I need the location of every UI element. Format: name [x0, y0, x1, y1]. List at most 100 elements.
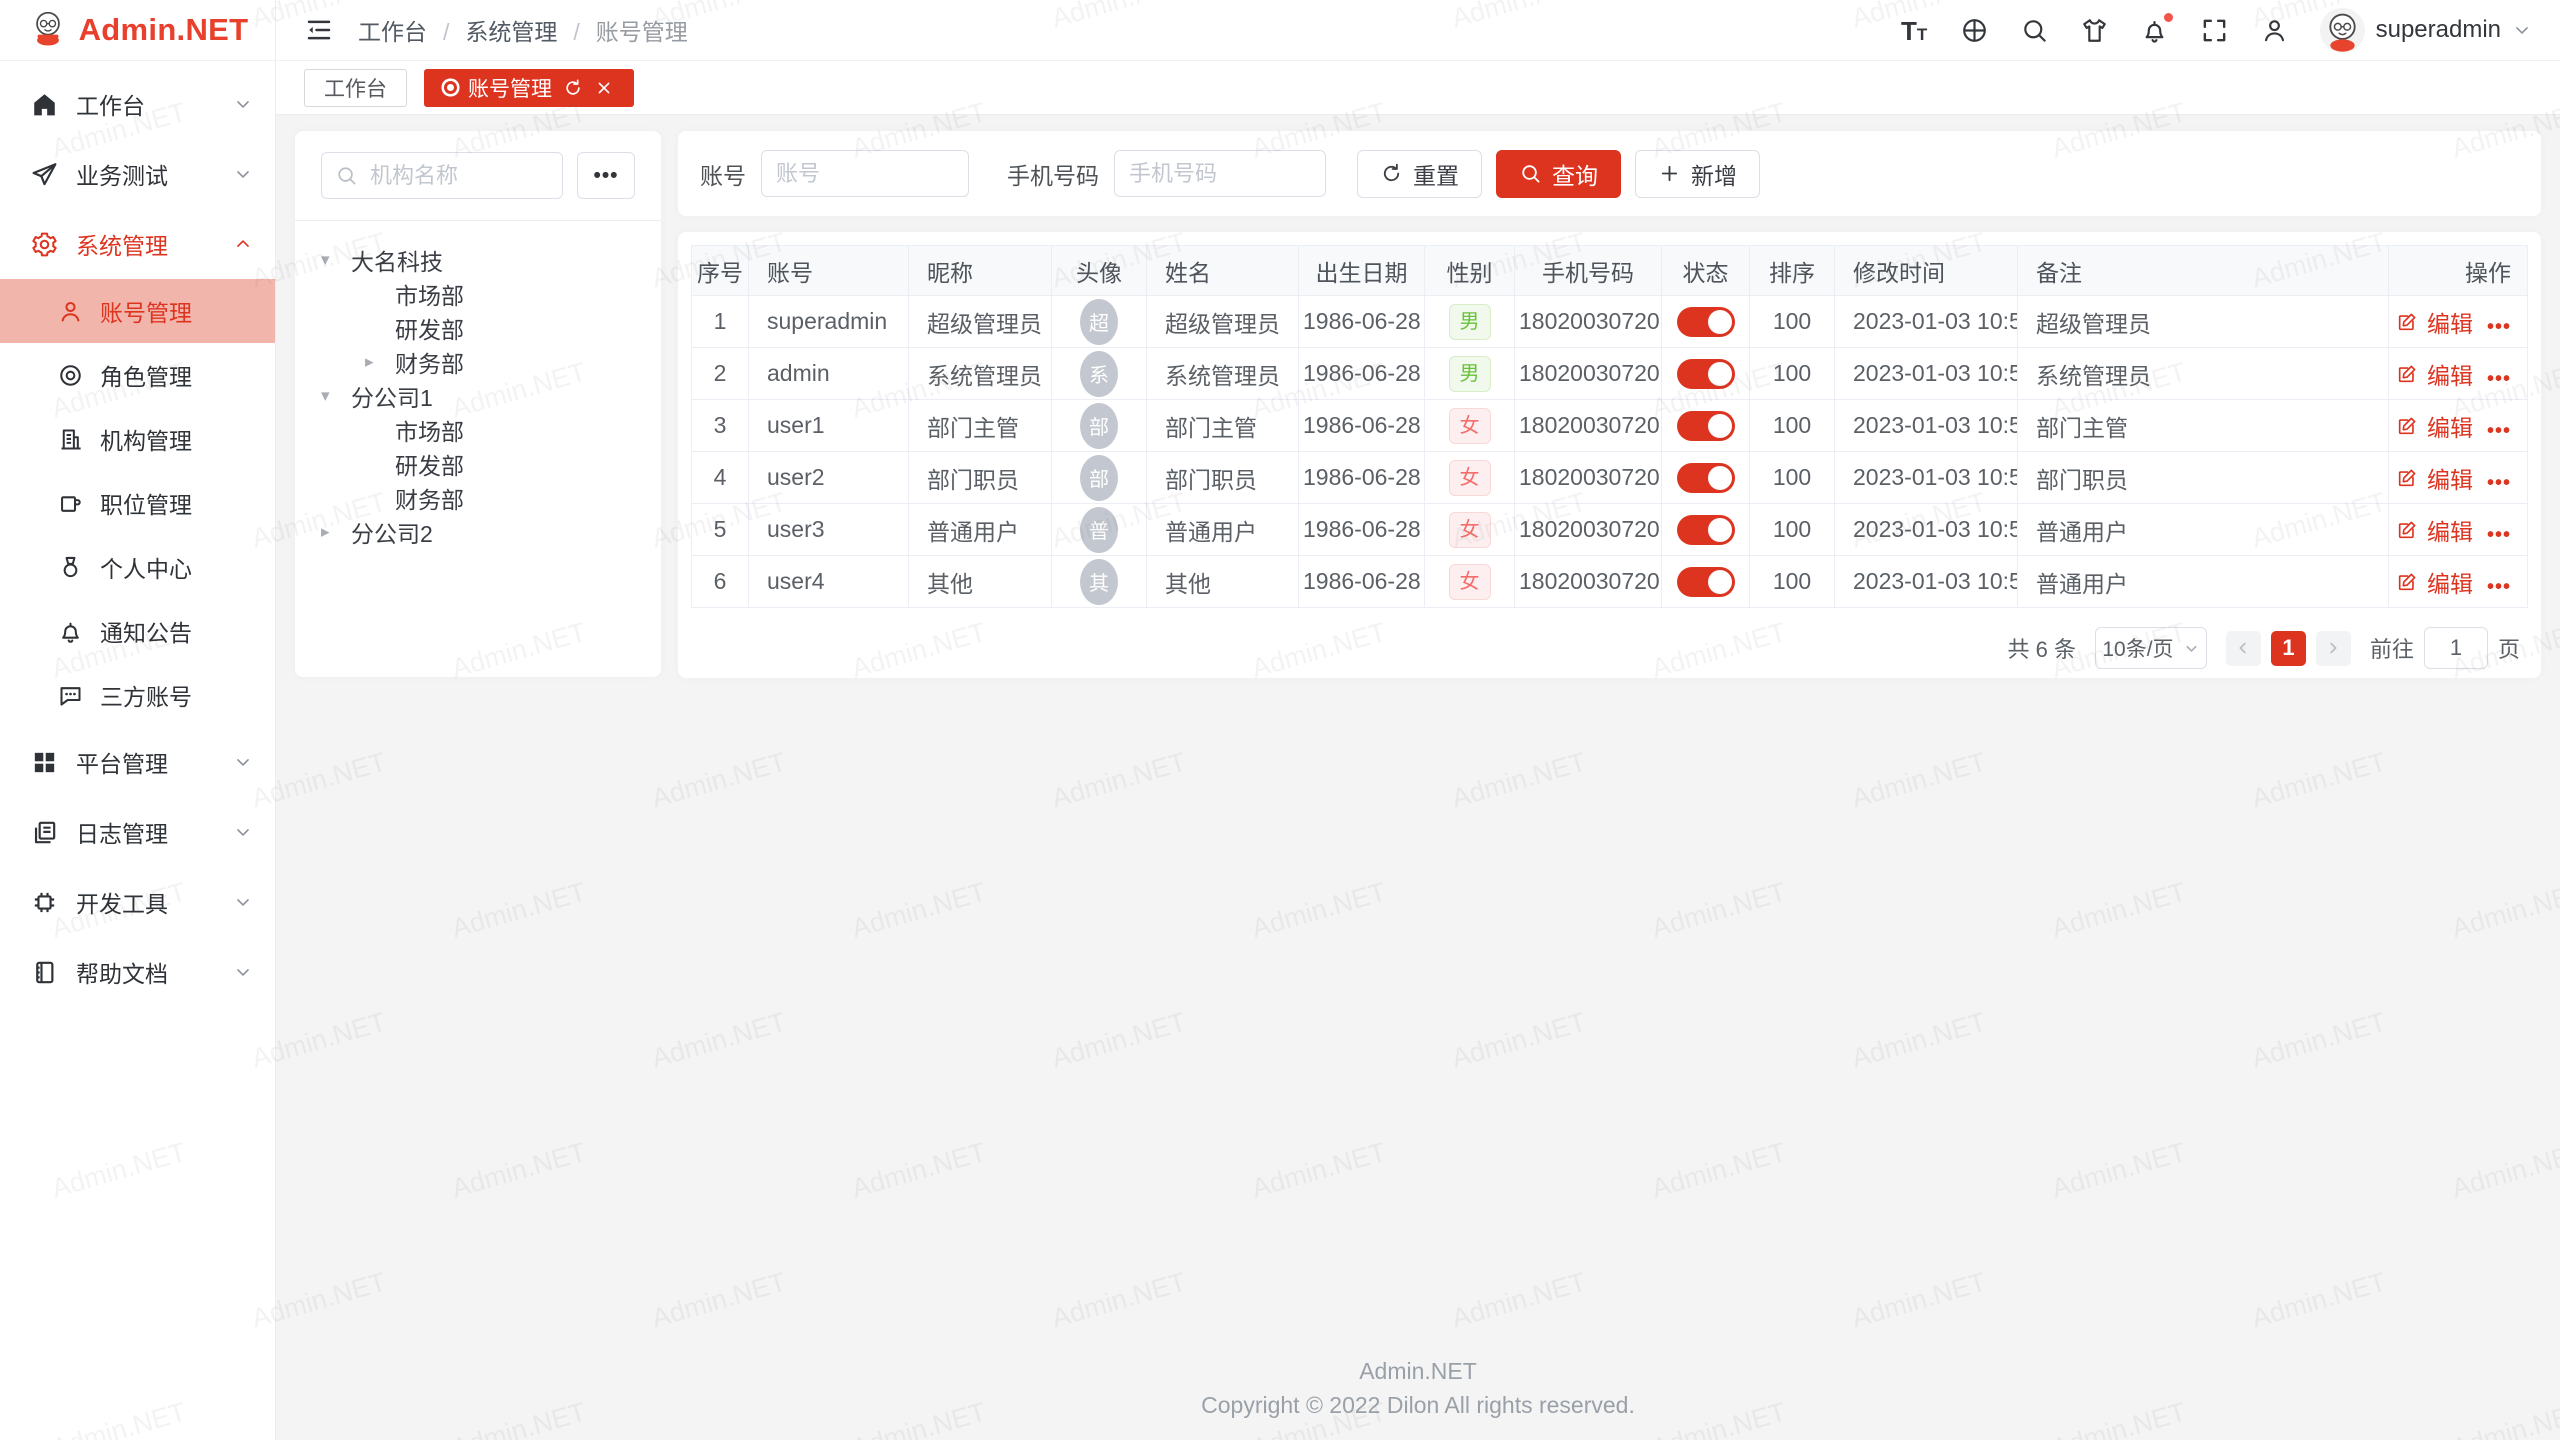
sidebar-item-label: 平台管理	[76, 745, 233, 779]
tree-node[interactable]: 大名科技	[321, 243, 635, 277]
app-logo[interactable]: Admin.NET	[0, 0, 275, 61]
col-index: 序号	[692, 246, 749, 296]
current-page[interactable]: 1	[2271, 631, 2306, 666]
status-toggle[interactable]	[1677, 359, 1735, 389]
status-toggle[interactable]	[1677, 411, 1735, 441]
pagination-total: 共 6 条	[2008, 632, 2076, 664]
sidebar-item-system-management[interactable]: 系统管理	[0, 209, 275, 279]
tree-node[interactable]: 研发部	[321, 447, 635, 481]
sidebar-item-log-management[interactable]: 日志管理	[0, 797, 275, 867]
theme-shirt-icon[interactable]	[2080, 16, 2109, 45]
sidebar-item-org-management[interactable]: 机构管理	[0, 407, 275, 471]
edit-button[interactable]: 编辑	[2396, 409, 2473, 443]
sidebar-item-workbench[interactable]: 工作台	[0, 69, 275, 139]
sidebar-item-personal-center[interactable]: 个人中心	[0, 535, 275, 599]
more-actions-button[interactable]: •••	[2487, 316, 2511, 338]
fullscreen-icon[interactable]	[2200, 16, 2229, 45]
medal-icon	[57, 554, 84, 581]
tab-workbench[interactable]: 工作台	[304, 69, 407, 107]
page-size-select[interactable]: 10条/页	[2095, 627, 2207, 669]
caret-down-icon[interactable]	[321, 386, 351, 406]
sidebar-item-label: 职位管理	[100, 486, 192, 520]
tree-node[interactable]: 研发部	[321, 311, 635, 345]
chevron-right-icon	[2324, 639, 2342, 657]
prev-page-button[interactable]	[2226, 631, 2261, 666]
table-row: 6 user4 其他 其 其他 1986-06-28 女 18020030720…	[692, 556, 2528, 608]
breadcrumb-item[interactable]: 系统管理	[465, 13, 595, 47]
caret-right-icon[interactable]	[365, 352, 395, 372]
org-search-field[interactable]	[321, 152, 563, 199]
username: superadmin	[2376, 16, 2501, 44]
more-actions-button[interactable]: •••	[2487, 368, 2511, 390]
status-toggle[interactable]	[1677, 463, 1735, 493]
font-size-icon[interactable]	[1900, 16, 1929, 45]
edit-button[interactable]: 编辑	[2396, 513, 2473, 547]
tree-node[interactable]: 市场部	[321, 413, 635, 447]
caret-right-icon[interactable]	[321, 522, 351, 542]
tab-account-management[interactable]: 账号管理	[424, 69, 634, 107]
breadcrumb-item[interactable]: 工作台	[358, 13, 465, 47]
profile-icon[interactable]	[2260, 16, 2289, 45]
add-button[interactable]: 新增	[1635, 150, 1760, 198]
status-toggle[interactable]	[1677, 567, 1735, 597]
caret-down-icon[interactable]	[321, 250, 351, 270]
next-page-button[interactable]	[2316, 631, 2351, 666]
sidebar-item-help-docs[interactable]: 帮助文档	[0, 937, 275, 1007]
edit-button[interactable]: 编辑	[2396, 357, 2473, 391]
col-status: 状态	[1662, 246, 1750, 296]
edit-button[interactable]: 编辑	[2396, 565, 2473, 599]
more-actions-button[interactable]: •••	[2487, 524, 2511, 546]
sidebar-item-account-management[interactable]: 账号管理	[0, 279, 275, 343]
documents-icon	[30, 818, 59, 847]
gender-badge: 女	[1449, 460, 1491, 496]
tree-node[interactable]: 财务部	[321, 345, 635, 379]
plus-icon	[1658, 162, 1681, 185]
reset-label: 重置	[1413, 157, 1459, 191]
tree-node[interactable]: 市场部	[321, 277, 635, 311]
more-actions-button[interactable]: •••	[2487, 420, 2511, 442]
col-avatar: 头像	[1052, 246, 1147, 296]
sidebar-item-platform-management[interactable]: 平台管理	[0, 727, 275, 797]
building-icon	[57, 426, 84, 453]
phone-input[interactable]	[1114, 150, 1326, 197]
col-name: 姓名	[1147, 246, 1299, 296]
close-icon[interactable]	[594, 78, 614, 98]
chevron-down-icon	[233, 892, 253, 912]
sidebar-item-label: 三方账号	[100, 678, 192, 712]
more-actions-button[interactable]: •••	[2487, 472, 2511, 494]
edit-button[interactable]: 编辑	[2396, 461, 2473, 495]
account-input[interactable]	[761, 150, 969, 197]
search-icon[interactable]	[2020, 16, 2049, 45]
sidebar-item-business-test[interactable]: 业务测试	[0, 139, 275, 209]
topbar-actions: superadmin	[1900, 8, 2532, 53]
tree-node[interactable]: 财务部	[321, 481, 635, 515]
sidebar-item-label: 系统管理	[76, 227, 233, 261]
tree-node[interactable]: 分公司1	[321, 379, 635, 413]
reset-button[interactable]: 重置	[1357, 150, 1482, 198]
home-icon	[30, 90, 59, 119]
tree-node[interactable]: 分公司2	[321, 515, 635, 549]
more-actions-button[interactable]: •••	[2487, 576, 2511, 598]
sidebar-item-notice[interactable]: 通知公告	[0, 599, 275, 663]
sidebar-item-position-management[interactable]: 职位管理	[0, 471, 275, 535]
sidebar-item-role-management[interactable]: 角色管理	[0, 343, 275, 407]
language-icon[interactable]	[1960, 16, 1989, 45]
user-menu[interactable]: superadmin	[2320, 8, 2532, 53]
tree-more-button[interactable]: •••	[577, 152, 635, 199]
refresh-icon[interactable]	[563, 78, 583, 98]
sidebar-item-label: 个人中心	[100, 550, 192, 584]
search-button[interactable]: 查询	[1496, 150, 1621, 198]
chevron-down-icon	[233, 752, 253, 772]
goto-page-input[interactable]	[2424, 627, 2488, 669]
sidebar-item-dev-tools[interactable]: 开发工具	[0, 867, 275, 937]
org-search-input[interactable]	[368, 162, 549, 190]
table-row: 2 admin 系统管理员 系 系统管理员 1986-06-28 男 18020…	[692, 348, 2528, 400]
footer-title: Admin.NET	[276, 1355, 2560, 1388]
edit-button[interactable]: 编辑	[2396, 305, 2473, 339]
sidebar-item-third-party-account[interactable]: 三方账号	[0, 663, 275, 727]
status-toggle[interactable]	[1677, 515, 1735, 545]
book-icon	[30, 958, 59, 987]
status-toggle[interactable]	[1677, 307, 1735, 337]
menu-fold-icon[interactable]	[304, 15, 334, 45]
notification-bell-icon[interactable]	[2140, 16, 2169, 45]
